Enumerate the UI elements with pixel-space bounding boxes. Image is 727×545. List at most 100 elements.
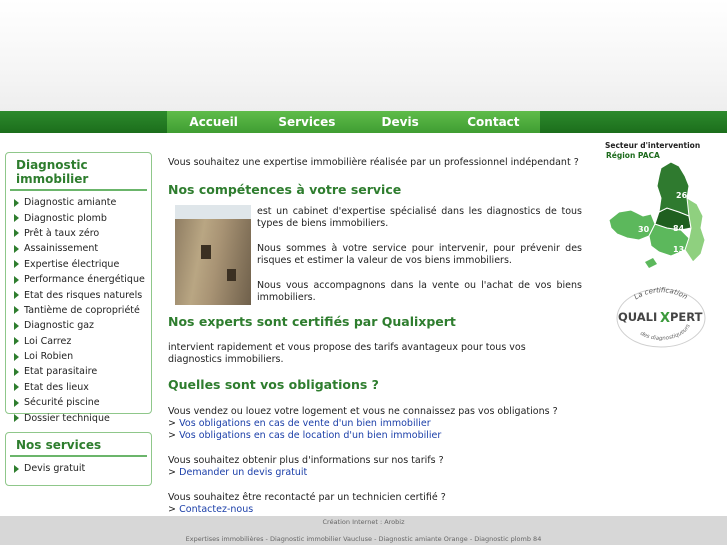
sidebar-item-assainissement[interactable]: Assainissement — [10, 241, 147, 256]
triangle-bullet-icon — [14, 398, 19, 407]
building-photo — [175, 205, 251, 305]
triangle-bullet-icon — [14, 306, 19, 315]
triangle-bullet-icon — [14, 244, 19, 253]
sidebar-item-label: Loi Robien — [24, 351, 74, 363]
map-dept-26[interactable] — [656, 161, 692, 217]
arrow-icon: > — [168, 467, 176, 478]
arrow-icon: > — [168, 418, 176, 429]
sidebar-item-label: Sécurité piscine — [24, 397, 100, 409]
cert-logo-pert: PERT — [670, 310, 703, 324]
sidebar-item-parasitaire[interactable]: Etat parasitaire — [10, 364, 147, 379]
footer: Création Internet : Arobiz Expertises im… — [0, 516, 727, 545]
nav-devis[interactable]: Devis — [354, 111, 447, 133]
paragraph-service: Nous sommes à votre service pour interve… — [257, 243, 582, 266]
triangle-bullet-icon — [14, 260, 19, 269]
sidebar-item-gaz[interactable]: Diagnostic gaz — [10, 318, 147, 333]
sidebar-item-label: Dossier technique — [24, 412, 110, 424]
secteur-label: Secteur d'intervention — [605, 141, 701, 150]
triangle-bullet-icon — [14, 321, 19, 330]
sidebar-item-label: Loi Carrez — [24, 335, 72, 347]
sidebar-item-label: Etat des risques naturels — [24, 289, 143, 301]
cert-logo-quali: QUALI — [618, 310, 657, 324]
map-label-26: 26 — [676, 191, 688, 200]
sidebar-item-label: Diagnostic gaz — [24, 320, 95, 332]
sidebar-diagnostic-title: Diagnostic immobilier — [10, 156, 147, 191]
sidebar-item-risques-naturels[interactable]: Etat des risques naturels — [10, 287, 147, 302]
arrow-icon: > — [168, 504, 176, 515]
qualixpert-logo[interactable]: La certification QUALI X PERT des diagno… — [612, 285, 710, 349]
top-nav-bar: Accueil Services Devis Contact — [0, 111, 727, 133]
sidebar-item-label: Prêt à taux zéro — [24, 227, 100, 239]
sidebar-item-label: Etat des lieux — [24, 381, 89, 393]
sidebar-item-label: Etat parasitaire — [24, 366, 98, 378]
triangle-bullet-icon — [14, 337, 19, 346]
triangle-bullet-icon — [14, 214, 19, 223]
arrow-icon: > — [168, 430, 176, 441]
map-label-30: 30 — [638, 225, 650, 234]
triangle-bullet-icon — [14, 229, 19, 238]
sidebar-item-label: Diagnostic plomb — [24, 212, 107, 224]
triangle-bullet-icon — [14, 464, 19, 473]
cert-logo-x: X — [660, 311, 670, 326]
triangle-bullet-icon — [14, 383, 19, 392]
cert-arc-top: La certification — [633, 286, 689, 301]
link-demander-devis[interactable]: Demander un devis gratuit — [179, 467, 307, 478]
sidebar-item-expertise-electrique[interactable]: Expertise électrique — [10, 257, 147, 272]
sidebar-item-pret-taux-zero[interactable]: Prêt à taux zéro — [10, 226, 147, 241]
link-contactez-nous[interactable]: Contactez-nous — [179, 504, 253, 515]
sidebar-item-performance-energetique[interactable]: Performance énergétique — [10, 272, 147, 287]
triangle-bullet-icon — [14, 275, 19, 284]
paragraph-tarifs: intervient rapidement et vous propose de… — [168, 342, 526, 365]
paragraph-cabinet: est un cabinet d'expertise spécialisé da… — [257, 206, 582, 229]
sidebar-diagnostic-box: Diagnostic immobilier Diagnostic amiante… — [5, 152, 152, 424]
link-row-devis: > Demander un devis gratuit — [168, 467, 307, 478]
sidebar-item-tantieme[interactable]: Tantième de copropriété — [10, 303, 147, 318]
intro-text: Vous souhaitez une expertise immobilière… — [168, 157, 579, 168]
sidebar-item-label: Devis gratuit — [24, 463, 86, 475]
sidebar-item-securite-piscine[interactable]: Sécurité piscine — [10, 395, 147, 410]
triangle-bullet-icon — [14, 367, 19, 376]
sidebar-item-label: Diagnostic amiante — [24, 197, 117, 209]
question-tarifs: Vous souhaitez obtenir plus d'informatio… — [168, 455, 444, 466]
sidebar-item-label: Expertise électrique — [24, 258, 120, 270]
heading-competences: Nos compétences à votre service — [168, 182, 402, 197]
map-island — [645, 258, 657, 268]
triangle-bullet-icon — [14, 291, 19, 300]
sidebar-item-label: Tantième de copropriété — [24, 304, 140, 316]
paca-region-map[interactable]: 26 30 84 13 — [605, 158, 721, 270]
question-recontact: Vous souhaitez être recontacté par un te… — [168, 492, 446, 503]
triangle-bullet-icon — [14, 198, 19, 207]
triangle-bullet-icon — [14, 352, 19, 361]
map-label-84: 84 — [673, 224, 685, 233]
map-label-13: 13 — [673, 245, 684, 254]
sidebar-services-box: Nos services Devis gratuit — [5, 432, 152, 486]
link-row-location: > Vos obligations en cas de location d'u… — [168, 430, 441, 441]
sidebar-item-loi-carrez[interactable]: Loi Carrez — [10, 334, 147, 349]
sidebar-item-loi-robien[interactable]: Loi Robien — [10, 349, 147, 364]
nav-services[interactable]: Services — [260, 111, 353, 133]
sidebar-item-etat-des-lieux[interactable]: Etat des lieux — [10, 380, 147, 395]
sidebar-item-label: Performance énergétique — [24, 274, 145, 286]
link-row-vente: > Vos obligations en cas de vente d'un b… — [168, 418, 431, 429]
sidebar-item-dossier-technique[interactable]: Dossier technique — [10, 410, 147, 425]
main-nav: Accueil Services Devis Contact — [167, 111, 540, 133]
footer-credit[interactable]: Création Internet : Arobiz — [0, 518, 727, 526]
cert-arc-bottom: des diagnostiqueurs — [639, 323, 692, 342]
nav-contact[interactable]: Contact — [447, 111, 540, 133]
link-row-contact: > Contactez-nous — [168, 504, 253, 515]
link-obligations-vente[interactable]: Vos obligations en cas de vente d'un bie… — [179, 418, 430, 429]
heading-experts: Nos experts sont certifiés par Qualixper… — [168, 314, 456, 329]
map-dept-east[interactable] — [684, 197, 706, 263]
header-banner — [0, 0, 727, 112]
link-obligations-location[interactable]: Vos obligations en cas de location d'un … — [179, 430, 441, 441]
nav-accueil[interactable]: Accueil — [167, 111, 260, 133]
sidebar-services-title: Nos services — [10, 436, 147, 457]
sidebar-item-devis-gratuit[interactable]: Devis gratuit — [10, 461, 147, 476]
sidebar-item-label: Assainissement — [24, 243, 99, 255]
sidebar-item-plomb[interactable]: Diagnostic plomb — [10, 210, 147, 225]
triangle-bullet-icon — [14, 414, 19, 423]
question-vente-location: Vous vendez ou louez votre logement et v… — [168, 406, 558, 417]
sidebar-item-amiante[interactable]: Diagnostic amiante — [10, 195, 147, 210]
heading-obligations: Quelles sont vos obligations ? — [168, 377, 379, 392]
footer-keywords: Expertises immobilières - Diagnostic imm… — [185, 535, 542, 543]
